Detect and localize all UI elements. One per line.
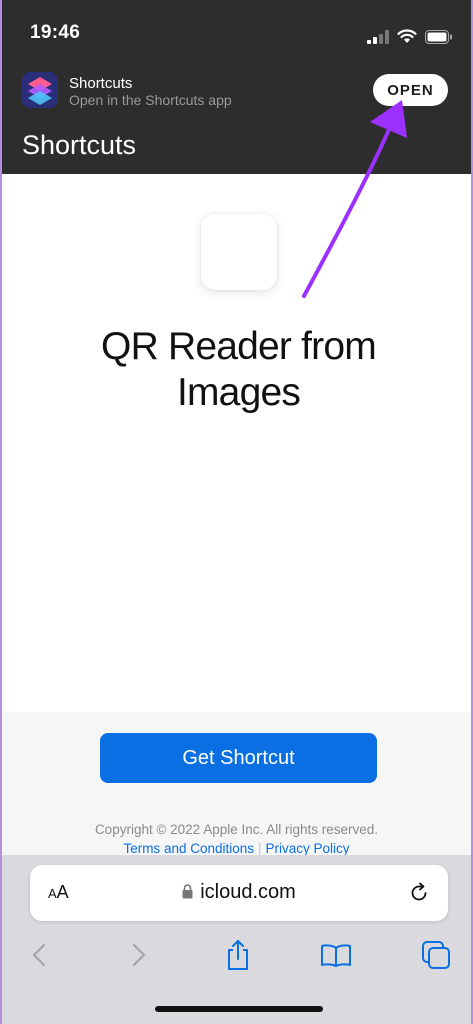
cellular-signal-icon: [367, 30, 389, 44]
page-header: Shortcuts: [2, 122, 471, 174]
privacy-link[interactable]: Privacy Policy: [266, 841, 350, 856]
back-button[interactable]: [19, 935, 59, 975]
status-icons: [367, 24, 453, 44]
copyright-text: Copyright © 2022 Apple Inc. All rights r…: [94, 822, 379, 837]
forward-arrow-icon: [132, 943, 146, 967]
url-display[interactable]: icloud.com: [30, 881, 448, 904]
terms-link[interactable]: Terms and Conditions: [123, 841, 254, 856]
status-bar: 19:46: [2, 0, 471, 66]
lock-icon: [182, 884, 193, 899]
app-name: Shortcuts: [69, 75, 133, 92]
open-app-button[interactable]: OPEN: [373, 74, 448, 106]
status-time: 19:46: [30, 22, 81, 43]
footer: Get Shortcut Copyright © 2022 Apple Inc.…: [2, 712, 471, 858]
share-button[interactable]: [218, 935, 258, 975]
footer-links: Terms and Conditions | Privacy Policy: [2, 841, 471, 856]
shortcuts-app-icon[interactable]: [22, 72, 58, 108]
address-bar[interactable]: AA icloud.com: [30, 865, 448, 921]
app-subtitle: Open in the Shortcuts app: [69, 92, 232, 108]
safari-bottom-bar: AA icloud.com: [2, 855, 471, 1024]
wifi-icon: [397, 29, 417, 43]
share-icon: [228, 940, 248, 970]
safari-toolbar: [2, 935, 471, 975]
phone-screen: 19:46 Shortcuts Open in the Shortcuts ap…: [0, 0, 473, 1024]
get-shortcut-button[interactable]: Get Shortcut: [100, 733, 377, 783]
battery-icon: [425, 30, 452, 44]
back-arrow-icon: [32, 943, 46, 967]
tabs-icon: [422, 941, 450, 969]
shortcut-preview: QR Reader from Images: [2, 174, 471, 714]
shortcut-name: QR Reader from Images: [101, 325, 377, 414]
forward-button[interactable]: [119, 935, 159, 975]
link-separator: |: [258, 841, 262, 856]
page-title: Shortcuts: [22, 130, 137, 160]
home-indicator: [155, 1006, 323, 1012]
bookmarks-button[interactable]: [316, 935, 356, 975]
url-text: icloud.com: [200, 881, 296, 903]
tabs-button[interactable]: [416, 935, 456, 975]
smart-app-banner: Shortcuts Open in the Shortcuts app OPEN: [2, 66, 471, 122]
shortcut-icon-tile: [201, 214, 277, 290]
bookmarks-icon: [321, 944, 351, 967]
reload-icon[interactable]: [408, 881, 430, 903]
